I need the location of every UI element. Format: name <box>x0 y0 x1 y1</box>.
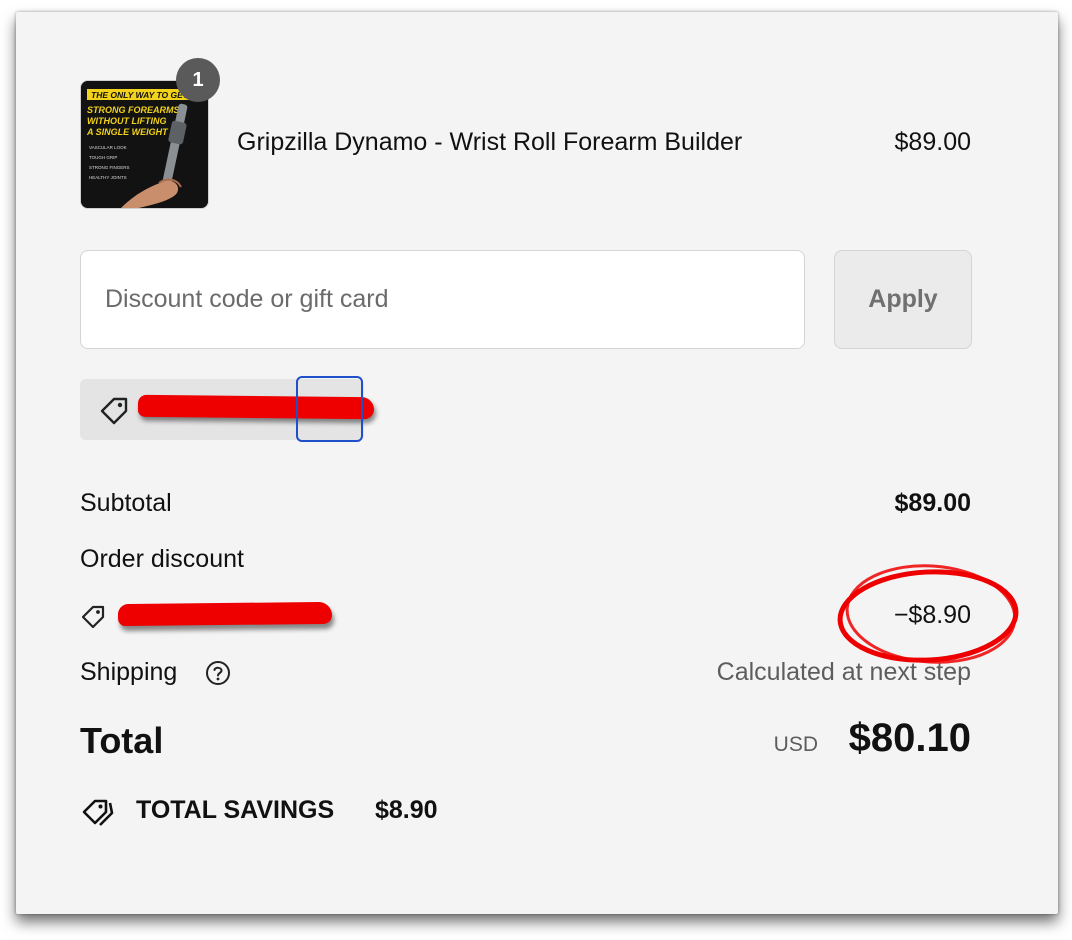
image-bullet-1: VASCULAR LOOK <box>89 145 127 150</box>
image-bullet-3: STRONG FINGERS <box>89 165 130 170</box>
remove-code-button[interactable] <box>296 376 363 442</box>
image-line-2: STRONG FOREARMS <box>87 105 180 115</box>
total-label: Total <box>80 720 164 761</box>
discount-code-input[interactable] <box>80 250 805 349</box>
image-line-1: THE ONLY WAY TO GET <box>91 90 189 100</box>
total-value: $80.10 <box>848 716 971 760</box>
shipping-label: Shipping <box>80 658 178 686</box>
subtotal-value: $89.00 <box>894 489 971 517</box>
product-price: $89.00 <box>894 128 971 156</box>
tag-icon <box>81 605 105 629</box>
subtotal-label: Subtotal <box>80 489 172 517</box>
total-savings-label: TOTAL SAVINGS <box>136 796 335 824</box>
help-circle-icon[interactable] <box>205 660 231 686</box>
image-line-4: A SINGLE WEIGHT <box>86 127 169 137</box>
image-bullet-2: TOUGH GRIP <box>89 155 117 160</box>
image-line-3: WITHOUT LIFTING <box>87 116 166 126</box>
shipping-value: Calculated at next step <box>716 658 971 686</box>
order-discount-label: Order discount <box>80 545 244 573</box>
red-circle-annotation <box>837 564 1019 664</box>
product-name: Gripzilla Dynamo - Wrist Roll Forearm Bu… <box>237 128 743 156</box>
image-bullet-4: HEALTHY JOINTS <box>89 175 127 180</box>
apply-button[interactable]: Apply <box>834 250 972 349</box>
quantity-badge: 1 <box>176 58 220 102</box>
tag-icon <box>100 397 128 425</box>
redaction-mark <box>117 601 333 627</box>
total-savings-value: $8.90 <box>375 796 438 824</box>
savings-tag-icon <box>82 799 114 826</box>
currency-code: USD <box>773 733 818 756</box>
applied-code-chip <box>80 376 375 442</box>
